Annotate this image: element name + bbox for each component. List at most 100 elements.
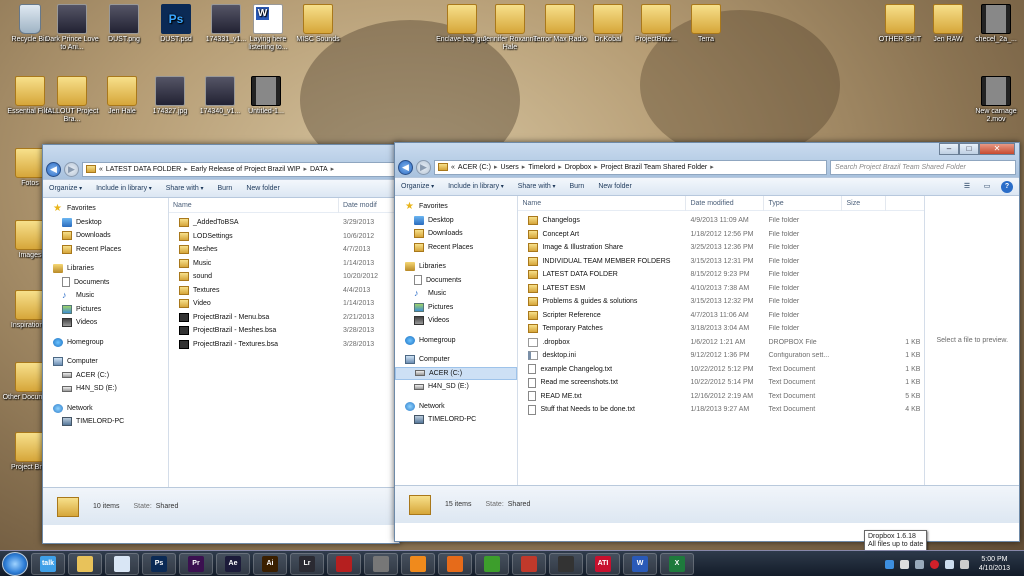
file-row[interactable]: sound 10/20/2012: [169, 270, 399, 284]
breadcrumb-segment[interactable]: Dropbox: [565, 164, 591, 171]
file-row[interactable]: Meshes 4/7/2013: [169, 243, 399, 257]
nav-item[interactable]: ACER (C:): [395, 366, 518, 380]
desktop-icon[interactable]: Dark Prince Love to Ani...: [42, 4, 102, 52]
nav-item[interactable]: H4N_SD (E:): [43, 382, 168, 396]
nav-item[interactable]: ★ Favorites: [43, 202, 168, 216]
taskbar-app-gray-button[interactable]: [364, 552, 398, 575]
creative-cloud-icon[interactable]: [929, 559, 939, 569]
breadcrumb-chevron-icon[interactable]: ▸: [494, 163, 498, 171]
organize-button[interactable]: Organize: [401, 183, 434, 190]
include-in-library-button[interactable]: Include in library: [96, 185, 152, 192]
file-row[interactable]: _AddedToBSA 3/29/2013: [169, 216, 399, 230]
taskbar-premiere-button[interactable]: Pr: [179, 552, 213, 575]
file-row[interactable]: Problems & guides & solutions 3/15/2013 1…: [518, 295, 924, 309]
title-bar[interactable]: – □ ✕: [395, 143, 1019, 157]
breadcrumb-chevron-icon[interactable]: ▸: [331, 165, 335, 173]
breadcrumb-segment[interactable]: LATEST DATA FOLDER: [106, 166, 181, 173]
file-row[interactable]: LODSettings 10/6/2012: [169, 230, 399, 244]
desktop-icon[interactable]: checel_2a_...: [966, 4, 1024, 44]
breadcrumb-segment[interactable]: Timelord: [528, 164, 555, 171]
file-row[interactable]: .dropbox 1/6/2012 1:21 AM DROPBOX File 1 KB: [518, 336, 924, 350]
nav-item[interactable]: ★ Favorites: [395, 200, 517, 214]
nav-item[interactable]: TIMELORD-PC: [43, 415, 168, 429]
burn-button[interactable]: Burn: [570, 183, 585, 190]
taskbar-excel-button[interactable]: X: [660, 552, 694, 575]
nav-item[interactable]: Documents: [43, 276, 168, 290]
taskbar-illustrator-button[interactable]: Ai: [253, 552, 287, 575]
nav-item[interactable]: Libraries: [395, 260, 517, 274]
taskbar-toolbox-button[interactable]: [512, 552, 546, 575]
taskbar-talk-button[interactable]: talk: [31, 552, 65, 575]
nav-item[interactable]: ACER (C:): [43, 369, 168, 383]
nav-item[interactable]: Videos: [395, 314, 517, 328]
taskbar-after-effects-button[interactable]: Ae: [216, 552, 250, 575]
file-row[interactable]: ProjectBrazil - Meshes.bsa 3/28/2013: [169, 324, 399, 338]
breadcrumb-chevron-icon[interactable]: ▸: [594, 163, 598, 171]
taskbar-explorer-button[interactable]: [68, 552, 102, 575]
nav-item[interactable]: Network: [395, 400, 517, 414]
nav-item[interactable]: Desktop: [43, 216, 168, 230]
new-folder-button[interactable]: New folder: [598, 183, 631, 190]
taskbar-app-dark-button[interactable]: [549, 552, 583, 575]
volume-icon[interactable]: [944, 559, 954, 569]
maximize-button[interactable]: □: [959, 143, 979, 155]
breadcrumb-segment[interactable]: ACER (C:): [458, 164, 491, 171]
nav-item[interactable]: Downloads: [395, 227, 517, 241]
taskbar-vlc-button[interactable]: [401, 552, 435, 575]
nav-item[interactable]: H4N_SD (E:): [395, 380, 517, 394]
file-row[interactable]: Changelogs 4/9/2013 11:09 AM File folder: [518, 214, 924, 228]
file-row[interactable]: ProjectBrazil - Textures.bsa 3/28/2013: [169, 338, 399, 352]
share-with-button[interactable]: Share with: [166, 185, 204, 192]
nav-item[interactable]: Videos: [43, 316, 168, 330]
desktop-icon[interactable]: New carnage 2.mov: [966, 76, 1024, 124]
nav-item[interactable]: Recent Places: [395, 241, 517, 255]
title-bar[interactable]: [43, 145, 399, 159]
explorer-window-dropbox[interactable]: – □ ✕ ◀ ▶ «ACER (C:) ▸ Users ▸ Timelord ▸ Drop…: [394, 142, 1020, 542]
nav-item[interactable]: Recent Places: [43, 243, 168, 257]
file-row[interactable]: INDIVIDUAL TEAM MEMBER FOLDERS 3/15/2013 …: [518, 255, 924, 269]
desktop-icon[interactable]: Untitled-1...: [236, 76, 296, 116]
nav-item[interactable]: Pictures: [395, 301, 517, 315]
clock[interactable]: 5:00 PM 4/10/2013: [975, 555, 1010, 573]
nav-item[interactable]: Homegroup: [43, 336, 168, 350]
burn-button[interactable]: Burn: [218, 185, 233, 192]
nav-item[interactable]: ♪ Music: [395, 287, 517, 301]
back-button[interactable]: ◀: [46, 161, 61, 177]
nav-item[interactable]: Downloads: [43, 229, 168, 243]
file-row[interactable]: READ ME.txt 12/16/2012 2:19 AM Text Docume…: [518, 390, 924, 404]
column-date[interactable]: Date modified: [686, 195, 765, 211]
explorer-window-data[interactable]: ◀ ▶ «LATEST DATA FOLDER ▸ Early Release of…: [42, 144, 400, 544]
column-name[interactable]: Name: [518, 195, 687, 211]
taskbar-lightroom-button[interactable]: Lr: [290, 552, 324, 575]
nav-item[interactable]: Libraries: [43, 262, 168, 276]
desktop-icon[interactable]: MISC Sounds: [288, 4, 348, 44]
file-row[interactable]: Concept Art 1/18/2012 12:56 PM File folder: [518, 228, 924, 242]
back-button[interactable]: ◀: [398, 159, 413, 175]
file-row[interactable]: Image & Illustration Share 3/25/2013 12:3…: [518, 241, 924, 255]
new-folder-button[interactable]: New folder: [246, 185, 279, 192]
close-button[interactable]: ✕: [979, 143, 1015, 155]
preview-pane-icon[interactable]: ▭: [981, 181, 993, 193]
desktop-icon[interactable]: DUST.png: [94, 4, 154, 44]
minimize-button[interactable]: –: [939, 143, 959, 155]
power-icon[interactable]: [959, 559, 969, 569]
flag-icon[interactable]: [899, 559, 909, 569]
forward-button[interactable]: ▶: [416, 159, 431, 175]
file-row[interactable]: example Changelog.txt 10/22/2012 5:12 PM T…: [518, 363, 924, 377]
file-row[interactable]: LATEST DATA FOLDER 8/15/2012 9:23 PM File …: [518, 268, 924, 282]
nav-item[interactable]: Computer: [43, 355, 168, 369]
nav-item[interactable]: Pictures: [43, 303, 168, 317]
breadcrumb-segment[interactable]: Project Brazil Team Shared Folder: [601, 164, 707, 171]
address-bar[interactable]: «ACER (C:) ▸ Users ▸ Timelord ▸ Dropbox ▸ Projec…: [434, 159, 827, 175]
nav-item[interactable]: Desktop: [395, 214, 517, 228]
column-name[interactable]: Name: [169, 197, 339, 213]
share-with-button[interactable]: Share with: [518, 183, 556, 190]
file-row[interactable]: Stuff that Needs to be done.txt 1/18/2013…: [518, 403, 924, 417]
dropbox-tray-icon[interactable]: [884, 559, 894, 569]
search-input[interactable]: Search Project Brazil Team Shared Folder: [830, 159, 1016, 175]
file-row[interactable]: ProjectBrazil - Menu.bsa 2/21/2013: [169, 311, 399, 325]
network-icon[interactable]: [914, 559, 924, 569]
breadcrumb-segment[interactable]: «: [99, 166, 103, 173]
organize-button[interactable]: Organize: [49, 185, 82, 192]
column-type[interactable]: Type: [764, 195, 843, 211]
